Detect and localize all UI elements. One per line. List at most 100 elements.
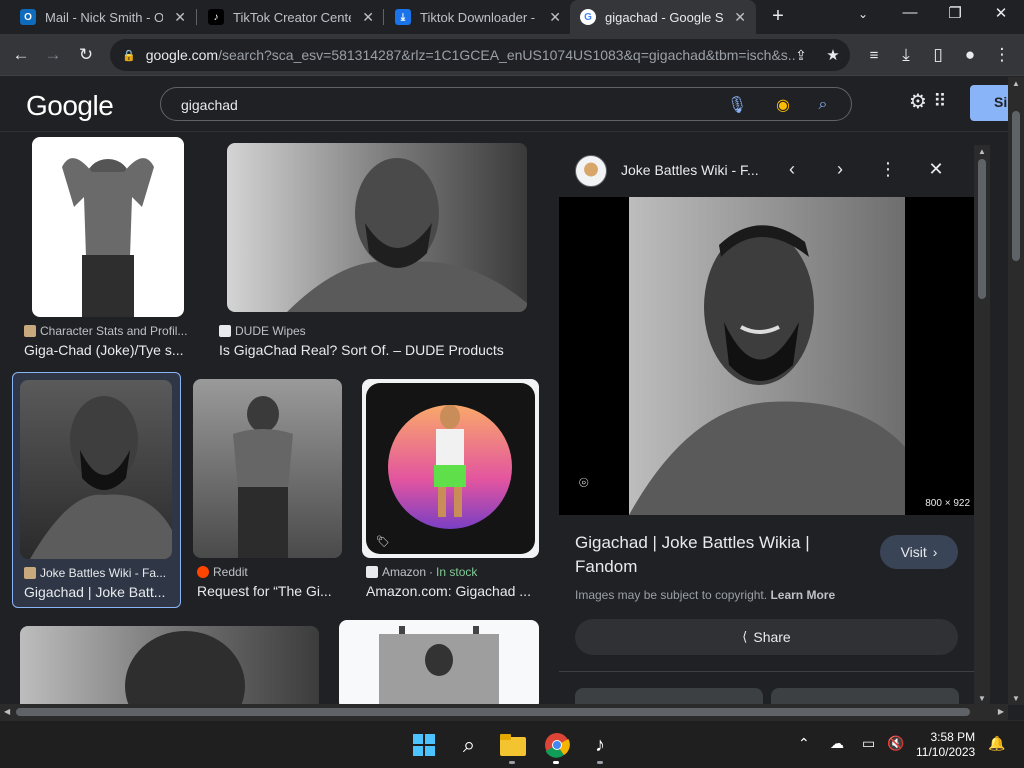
preview-title[interactable]: Gigachad | Joke Battles Wikia | Fandom xyxy=(575,531,855,579)
scrollbar-thumb[interactable] xyxy=(16,708,970,716)
preview-site-name[interactable]: Joke Battles Wiki - F... xyxy=(621,162,759,178)
tab-mail[interactable]: O Mail - Nick Smith - Ou ✕ xyxy=(10,0,196,34)
google-logo[interactable]: Google xyxy=(26,90,114,122)
image-result-selected[interactable]: Joke Battles Wiki - Fa... Gigachad | Jok… xyxy=(12,372,181,608)
related-image[interactable] xyxy=(771,688,959,705)
result-thumbnail[interactable] xyxy=(339,620,539,704)
result-caption[interactable]: Is GigaChad Real? Sort Of. – DUDE Produc… xyxy=(219,342,539,358)
reload-button[interactable]: ↻ xyxy=(73,42,99,68)
image-result[interactable]: 🏷 Amazon · In stock Amazon.com: Gigachad… xyxy=(362,372,542,608)
result-thumbnail[interactable] xyxy=(193,379,342,558)
url-host: google.com xyxy=(145,47,219,63)
image-result[interactable]: DUDE Wipes Is GigaChad Real? Sort Of. – … xyxy=(215,132,545,362)
scroll-down-arrow-icon[interactable]: ▼ xyxy=(978,694,986,703)
more-options-icon[interactable]: ⋮ xyxy=(877,159,899,180)
page-scrollbar[interactable]: ▲ ▼ xyxy=(1008,77,1024,705)
lens-icon[interactable]: ⌾ xyxy=(579,475,589,493)
close-tab-icon[interactable]: ✕ xyxy=(549,9,561,26)
result-thumbnail[interactable]: 🏷 xyxy=(362,379,539,558)
scroll-left-arrow-icon[interactable]: ◀ xyxy=(4,707,10,716)
voice-search-icon[interactable]: 🎙 xyxy=(727,95,747,115)
minimize-button[interactable]: — xyxy=(895,4,925,21)
result-thumbnail[interactable] xyxy=(32,137,184,317)
image-result[interactable]: Reddit Request for “The Gi... xyxy=(193,372,353,608)
tab-separator xyxy=(196,9,197,25)
side-panel-icon[interactable]: ▯ xyxy=(925,42,951,68)
new-tab-button[interactable]: + xyxy=(766,4,790,28)
downloads-icon[interactable]: ⤓ xyxy=(893,42,919,68)
tab-tiktok-downloader[interactable]: ⤓ Tiktok Downloader - D ✕ xyxy=(385,0,571,34)
apps-grid-icon[interactable]: ⠿ xyxy=(930,91,950,111)
learn-more-link[interactable]: Learn More xyxy=(770,588,835,602)
result-caption[interactable]: Gigachad | Joke Batt... xyxy=(24,584,176,600)
visit-button[interactable]: Visit › xyxy=(880,535,958,569)
search-input[interactable]: gigachad xyxy=(181,97,238,113)
restore-button[interactable]: ❐ xyxy=(940,4,970,22)
search-icon[interactable]: ⌕ xyxy=(455,731,483,759)
result-caption[interactable]: Giga-Chad (Joke)/Tye s... xyxy=(24,342,194,358)
tab-google-search[interactable]: G gigachad - Google Se ✕ xyxy=(570,0,756,34)
share-page-icon[interactable]: ⇪ xyxy=(788,42,814,68)
tab-separator xyxy=(383,9,384,25)
close-tab-icon[interactable]: ✕ xyxy=(362,9,374,26)
scroll-up-arrow-icon[interactable]: ▲ xyxy=(1012,79,1020,88)
settings-gear-icon[interactable]: ⚙ xyxy=(908,91,928,113)
image-result[interactable] xyxy=(339,620,539,704)
lock-icon[interactable]: 🔒 xyxy=(122,49,136,62)
close-window-button[interactable]: ✕ xyxy=(986,4,1016,22)
search-box[interactable]: gigachad 🎙 ◉ ⌕ xyxy=(160,87,852,121)
site-avatar[interactable] xyxy=(575,155,607,187)
divider xyxy=(559,671,974,672)
search-icon[interactable]: ⌕ xyxy=(813,95,833,115)
menu-kebab-icon[interactable]: ⋮ xyxy=(989,42,1015,68)
sign-in-button[interactable]: Si xyxy=(970,85,1010,121)
tab-title: gigachad - Google Se xyxy=(605,9,723,25)
scroll-down-arrow-icon[interactable]: ▼ xyxy=(1012,694,1020,703)
tab-search-icon[interactable]: ⌄ xyxy=(848,7,878,21)
copyright-notice: Images may be subject to copyright. Lear… xyxy=(575,588,835,602)
result-caption[interactable]: Request for “The Gi... xyxy=(197,583,347,599)
volume-muted-icon[interactable]: 🔇 xyxy=(887,735,904,752)
forward-button[interactable]: → xyxy=(40,42,66,68)
scroll-up-arrow-icon[interactable]: ▲ xyxy=(978,147,986,156)
related-image[interactable] xyxy=(575,688,763,705)
image-result[interactable]: Character Stats and Profil... Giga-Chad … xyxy=(20,132,195,362)
onedrive-icon[interactable]: ☁ xyxy=(830,735,844,752)
address-bar[interactable]: 🔒 google.com/search?sca_esv=581314287&rl… xyxy=(110,39,850,71)
share-button[interactable]: ⟨ Share xyxy=(575,619,958,655)
back-button[interactable]: ← xyxy=(8,42,34,68)
amazon-icon xyxy=(366,566,378,578)
system-clock[interactable]: 3:58 PM 11/10/2023 xyxy=(916,730,975,760)
scrollbar-thumb[interactable] xyxy=(1012,111,1020,261)
next-arrow-icon[interactable]: › xyxy=(829,159,851,180)
scroll-right-arrow-icon[interactable]: ▶ xyxy=(998,707,1004,716)
bodybuilder-image xyxy=(233,396,293,558)
profile-icon[interactable]: ● xyxy=(957,42,983,68)
panel-scrollbar[interactable]: ▲ ▼ xyxy=(974,145,990,705)
chrome-icon[interactable] xyxy=(543,731,571,759)
result-thumbnail[interactable] xyxy=(20,626,319,704)
show-hidden-icons-chevron-icon[interactable]: ⌃ xyxy=(798,735,810,752)
image-result[interactable] xyxy=(20,626,320,704)
network-icon[interactable]: ▭ xyxy=(862,735,875,752)
close-tab-icon[interactable]: ✕ xyxy=(734,9,746,26)
tiktok-icon[interactable]: ♪ xyxy=(586,731,614,759)
close-tab-icon[interactable]: ✕ xyxy=(174,9,186,26)
lens-search-icon[interactable]: ◉ xyxy=(773,95,793,115)
tab-tiktok-creator[interactable]: ♪ TikTok Creator Center ✕ xyxy=(198,0,384,34)
notification-bell-icon[interactable]: 🔔 xyxy=(988,735,1005,752)
google-header: Google gigachad 🎙 ◉ ⌕ ⚙ ⠿ Si xyxy=(0,77,1010,132)
previous-arrow-icon[interactable]: ‹ xyxy=(781,159,803,180)
url-text[interactable]: google.com/search?sca_esv=581314287&rlz=… xyxy=(146,47,796,63)
horizontal-scrollbar[interactable]: ◀ ▶ xyxy=(0,704,1008,720)
media-controls-icon[interactable]: ≡ xyxy=(861,42,887,68)
bookmark-star-icon[interactable]: ★ xyxy=(820,42,846,68)
windows-start-icon[interactable] xyxy=(410,731,438,759)
result-thumbnail[interactable] xyxy=(20,380,172,559)
close-preview-icon[interactable]: ✕ xyxy=(925,159,947,180)
result-caption[interactable]: Amazon.com: Gigachad ... xyxy=(366,583,541,599)
preview-image[interactable] xyxy=(629,197,905,515)
file-explorer-icon[interactable] xyxy=(499,731,527,759)
result-thumbnail[interactable] xyxy=(227,143,527,312)
scrollbar-thumb[interactable] xyxy=(978,159,986,299)
